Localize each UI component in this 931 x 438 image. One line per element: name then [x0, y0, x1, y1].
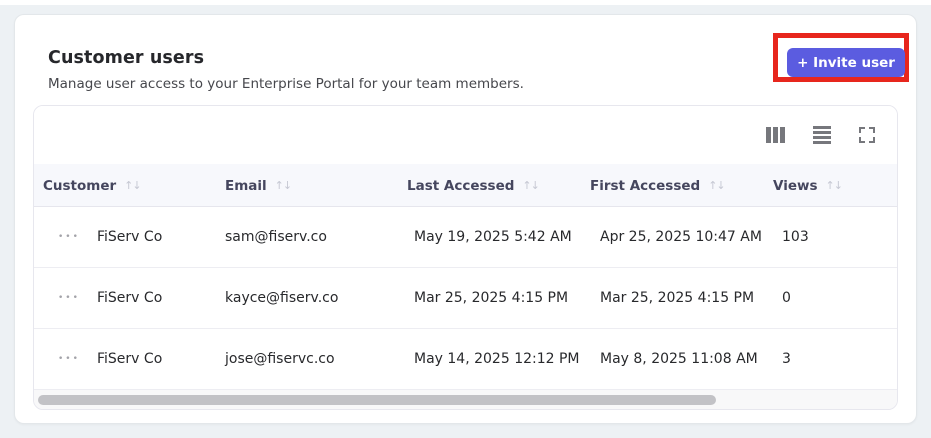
fullscreen-icon-glyph	[859, 127, 875, 143]
sort-icon[interactable]: ↑↓	[275, 179, 292, 192]
horizontal-scrollbar-thumb[interactable]	[38, 395, 716, 405]
table-header-row: Customer ↑↓ Email ↑↓ Last Accessed ↑↓ Fi…	[34, 164, 897, 207]
page-title: Customer users	[48, 48, 205, 68]
page-subtitle: Manage user access to your Enterprise Po…	[48, 76, 524, 92]
columns-icon-glyph	[766, 127, 785, 143]
sort-icon[interactable]: ↑↓	[522, 179, 539, 192]
views-cell: 103	[782, 229, 809, 245]
column-header-label: Last Accessed	[407, 177, 515, 194]
users-table-container: Customer ↑↓ Email ↑↓ Last Accessed ↑↓ Fi…	[33, 105, 898, 410]
row-menu-icon[interactable]: •••	[58, 229, 80, 246]
column-header-last-accessed[interactable]: Last Accessed ↑↓	[407, 164, 540, 207]
row-menu-cell: •••	[58, 207, 80, 267]
email-cell: sam@fiserv.co	[225, 229, 327, 245]
table-row: ••• FiServ Co kayce@fiserv.co Mar 25, 20…	[34, 268, 897, 329]
column-header-label: Customer	[43, 177, 117, 194]
views-cell: 3	[782, 351, 791, 367]
sort-icon[interactable]: ↑↓	[708, 179, 725, 192]
email-cell: kayce@fiserv.co	[225, 290, 339, 306]
columns-icon[interactable]	[764, 125, 787, 145]
column-header-label: First Accessed	[590, 177, 701, 194]
fullscreen-icon[interactable]	[857, 125, 877, 145]
row-menu-cell: •••	[58, 268, 80, 328]
table-toolbar	[34, 106, 897, 164]
column-header-customer[interactable]: Customer ↑↓	[43, 164, 142, 207]
column-header-email[interactable]: Email ↑↓	[225, 164, 292, 207]
row-lines-icon-glyph	[813, 126, 831, 144]
views-cell: 0	[782, 290, 791, 306]
row-menu-icon[interactable]: •••	[58, 351, 80, 368]
sort-icon[interactable]: ↑↓	[124, 179, 141, 192]
last-accessed-cell: May 19, 2025 5:42 AM	[414, 229, 572, 245]
table-row: ••• FiServ Co sam@fiserv.co May 19, 2025…	[34, 207, 897, 268]
annotation-highlight-box: + Invite user	[773, 33, 909, 82]
column-header-views[interactable]: Views ↑↓	[773, 164, 843, 207]
top-strip	[0, 0, 931, 5]
first-accessed-cell: Mar 25, 2025 4:15 PM	[600, 290, 755, 306]
column-header-first-accessed[interactable]: First Accessed ↑↓	[590, 164, 726, 207]
first-accessed-cell: Apr 25, 2025 10:47 AM	[600, 229, 762, 245]
column-header-label: Views	[773, 177, 818, 194]
invite-user-button[interactable]: + Invite user	[787, 48, 905, 77]
column-header-label: Email	[225, 177, 267, 194]
customer-cell: FiServ Co	[97, 290, 163, 306]
customer-cell: FiServ Co	[97, 351, 163, 367]
horizontal-scrollbar-track[interactable]	[34, 389, 897, 409]
last-accessed-cell: May 14, 2025 12:12 PM	[414, 351, 580, 367]
email-cell: jose@fiservc.co	[225, 351, 335, 367]
last-accessed-cell: Mar 25, 2025 4:15 PM	[414, 290, 569, 306]
sort-icon[interactable]: ↑↓	[826, 179, 843, 192]
first-accessed-cell: May 8, 2025 11:08 AM	[600, 351, 758, 367]
table-row: ••• FiServ Co jose@fiservc.co May 14, 20…	[34, 329, 897, 390]
customer-cell: FiServ Co	[97, 229, 163, 245]
row-menu-icon[interactable]: •••	[58, 290, 80, 307]
customer-users-card: Customer users Manage user access to you…	[14, 14, 917, 424]
row-lines-icon[interactable]	[811, 124, 833, 146]
row-menu-cell: •••	[58, 329, 80, 389]
